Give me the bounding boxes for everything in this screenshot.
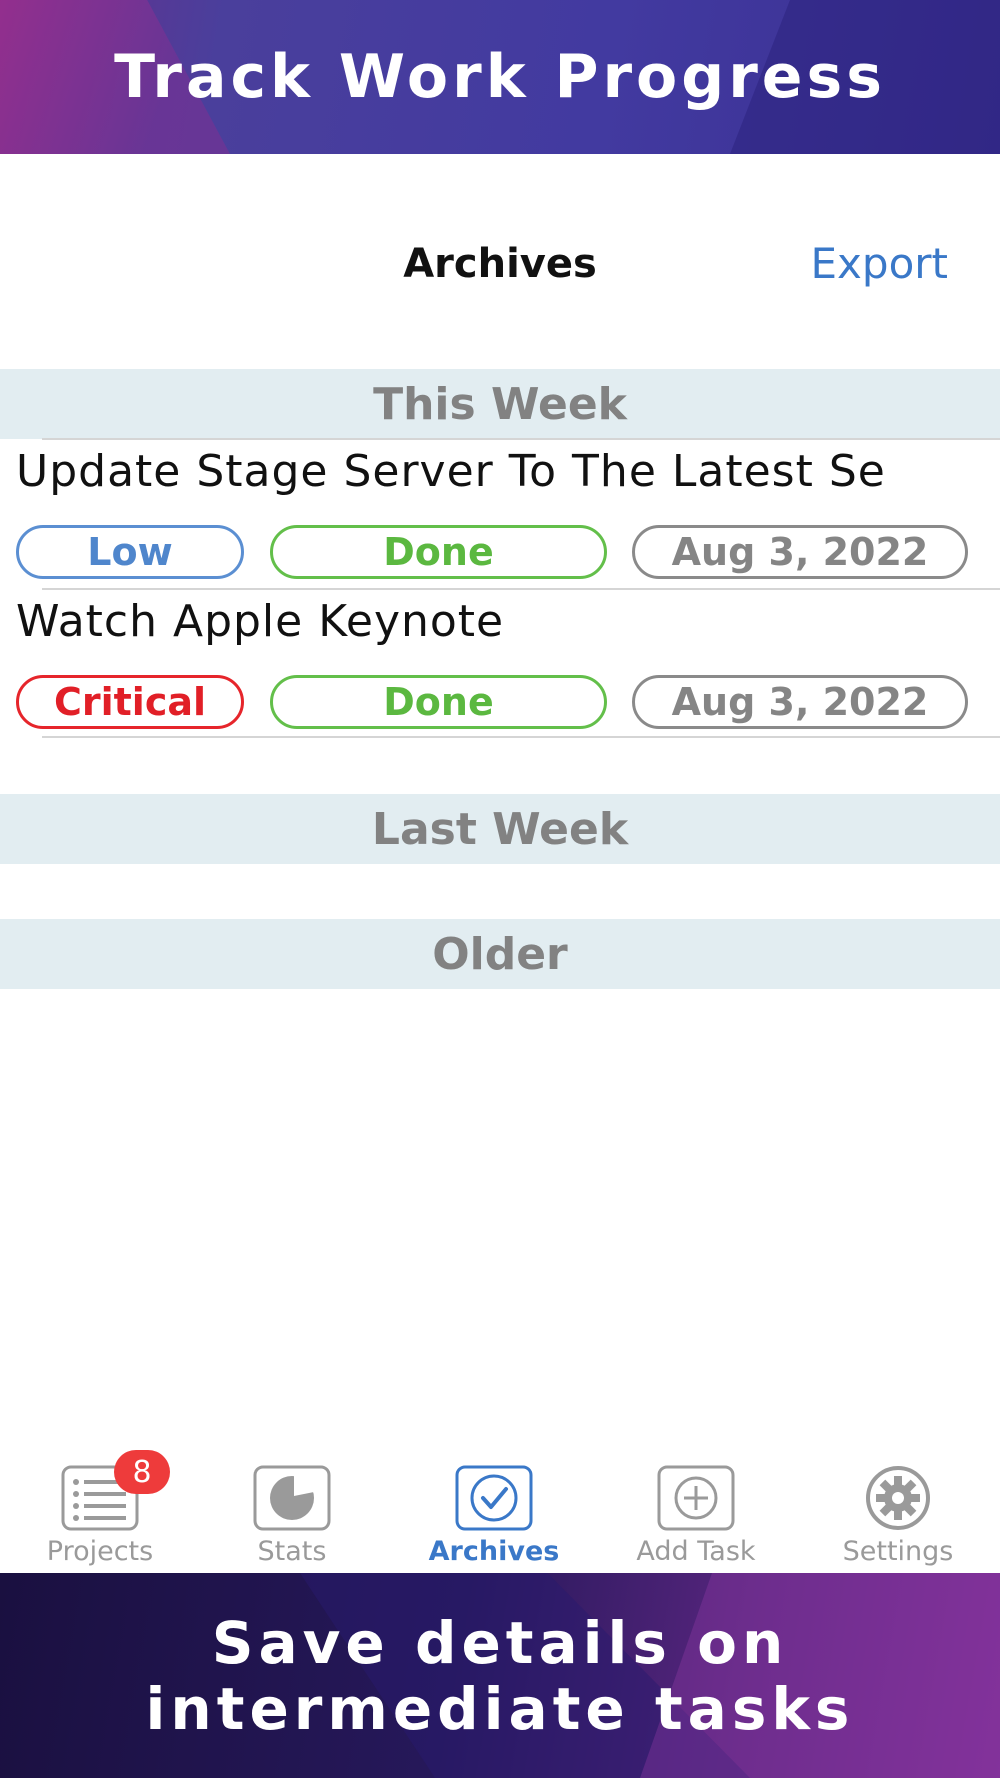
date-badge: Aug 3, 2022: [632, 525, 968, 579]
section-header-older: Older: [0, 919, 1000, 989]
bottom-promo-banner: Save details on intermediate tasks: [0, 1573, 1000, 1778]
priority-badge: Critical: [16, 675, 244, 729]
tab-add-task[interactable]: Add Task: [596, 1450, 796, 1573]
navigation-bar: Archives Export: [0, 154, 1000, 369]
checkmark-icon: [454, 1464, 534, 1532]
app-screen: Track Work Progress Archives Export This…: [0, 0, 1000, 1778]
status-badge: Done: [270, 675, 607, 729]
notification-badge: 8: [114, 1450, 170, 1494]
task-title: Update Stage Server To The Latest Se: [16, 446, 886, 497]
task-title: Watch Apple Keynote: [16, 596, 505, 647]
gear-icon: [858, 1464, 938, 1532]
date-badge: Aug 3, 2022: [632, 675, 968, 729]
tab-archives[interactable]: Archives: [394, 1450, 594, 1573]
tab-stats[interactable]: Stats: [192, 1450, 392, 1573]
section-header-last-week: Last Week: [0, 794, 1000, 864]
tab-label: Settings: [842, 1536, 954, 1567]
section-header-this-week: This Week: [0, 369, 1000, 439]
divider: [42, 736, 1000, 738]
tab-label: Archives: [428, 1536, 560, 1567]
export-button[interactable]: Export: [811, 234, 948, 294]
top-promo-banner: Track Work Progress: [0, 0, 1000, 154]
tab-bar: 8 Projects Stats Archives Add Task Setti…: [0, 1450, 1000, 1573]
banner-caption: Save details on intermediate tasks: [0, 1573, 1000, 1778]
tab-label: Add Task: [636, 1536, 756, 1567]
pie-chart-icon: [252, 1464, 332, 1532]
banner-caption-line: intermediate tasks: [145, 1674, 855, 1743]
task-row[interactable]: Watch Apple Keynote Critical Done Aug 3,…: [0, 590, 1000, 740]
plus-icon: [656, 1464, 736, 1532]
tab-label: Projects: [46, 1536, 154, 1567]
banner-caption-line: Save details on: [211, 1608, 789, 1677]
tab-label: Stats: [257, 1536, 327, 1567]
tab-settings[interactable]: Settings: [798, 1450, 998, 1573]
banner-headline: Track Work Progress: [114, 42, 886, 112]
list-icon: 8: [60, 1450, 170, 1532]
tab-projects[interactable]: 8 Projects: [0, 1450, 200, 1573]
priority-badge: Low: [16, 525, 244, 579]
status-badge: Done: [270, 525, 607, 579]
task-row[interactable]: Update Stage Server To The Latest Se Low…: [0, 440, 1000, 590]
